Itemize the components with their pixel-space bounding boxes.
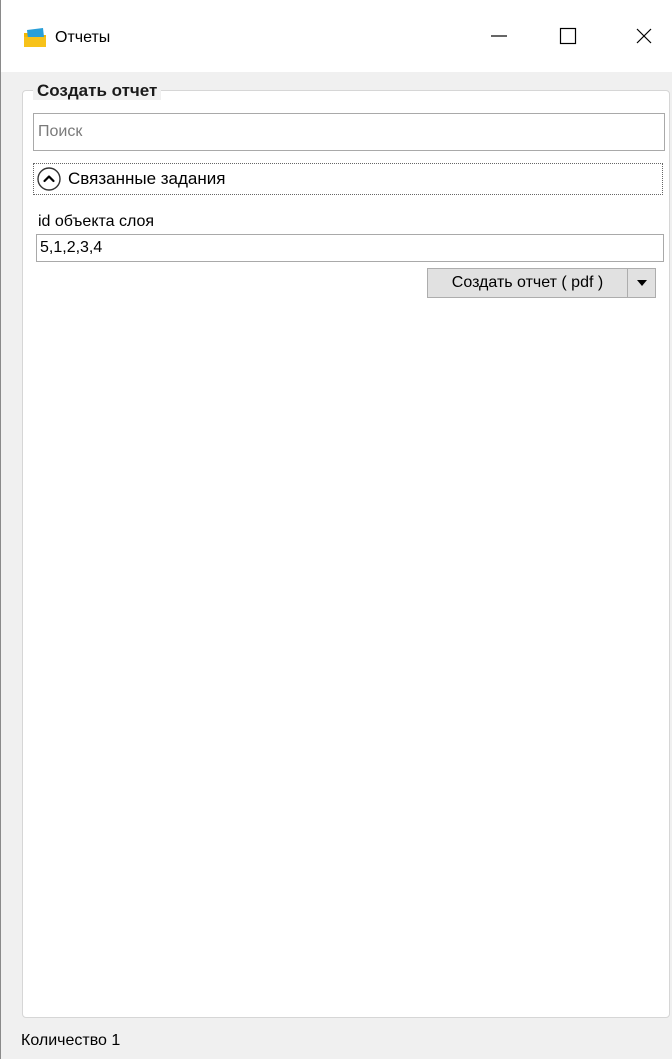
create-report-split-button: Создать отчет ( pdf ) [427,268,656,298]
title-bar[interactable]: Отчеты [1,0,672,72]
layer-object-id-input[interactable] [36,234,664,262]
chevron-up-icon[interactable] [36,166,62,192]
layer-object-id-label: id объекта слоя [38,213,155,230]
minimize-icon [489,26,509,51]
group-title: Создать отчет [33,82,162,100]
create-report-button[interactable]: Создать отчет ( pdf ) [427,268,628,298]
status-bar: Количество 1 [1,1018,672,1059]
create-report-group: Создать отчет Связанные задания id объек… [22,82,670,1018]
maximize-button[interactable] [545,20,591,56]
search-input[interactable] [33,113,665,151]
client-area: Создать отчет Связанные задания id объек… [1,72,672,1059]
app-folder-icon [23,27,47,49]
caret-down-icon [636,274,648,292]
related-tasks-expander[interactable]: Связанные задания [33,163,663,195]
close-button[interactable] [621,20,667,56]
report-window: Отчеты Создать отчет Поиск Связанные зад… [0,0,672,1059]
close-icon [634,26,654,51]
window-title: Отчеты [55,29,111,46]
create-report-dropdown-button[interactable] [628,268,656,298]
maximize-icon [558,26,578,51]
count-status: Количество 1 [21,1032,121,1049]
expander-label: Связанные задания [68,169,226,188]
minimize-button[interactable] [476,20,522,56]
